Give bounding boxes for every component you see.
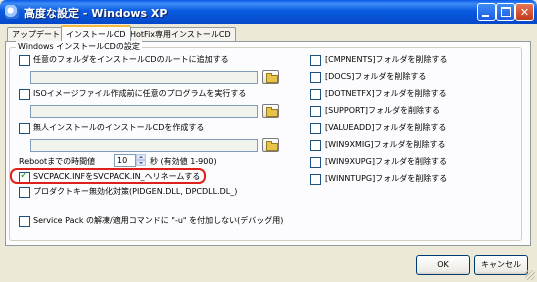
reboot-range-hint: 秒 (有効値 1-900) (150, 157, 217, 166)
product-key-label: プロダクトキー無効化対策(PIDGEN.DLL, DPCDLL.DL_) (33, 187, 238, 196)
spin-down-arrow-icon[interactable] (136, 160, 146, 166)
delete-dotnetfx-label: [DOTNETFX]フォルダを削除する (325, 89, 447, 98)
delete-win9xmig-label: [WIN9XMIG]フォルダを削除する (325, 140, 446, 149)
minimize-button[interactable] (477, 3, 496, 21)
delete-winntupg-checkbox[interactable] (310, 174, 321, 185)
unattended-cd-browse-button[interactable] (262, 138, 279, 152)
window-title: 高度な設定 - Windows XP (24, 7, 168, 20)
unattended-cd-label: 無人インストールのインストールCDを作成する (33, 123, 205, 132)
delete-support-label: [SUPPORT]フォルダを削除する (325, 106, 440, 115)
tab-hotfix-install-cd[interactable]: HotFix専用インストールCD (125, 27, 236, 42)
app-icon (5, 5, 19, 19)
add-folder-label: 任意のフォルダをインストールCDのルートに追加する (33, 55, 229, 64)
run-program-path-field[interactable] (30, 105, 258, 118)
add-folder-browse-button[interactable] (262, 70, 279, 84)
delete-docs-checkbox[interactable] (310, 72, 321, 83)
run-program-checkbox[interactable] (19, 89, 30, 100)
run-program-browse-button[interactable] (262, 104, 279, 118)
delete-win9xupg-label: [WIN9XUPG]フォルダを削除する (325, 157, 447, 166)
add-folder-checkbox[interactable] (19, 55, 30, 66)
reboot-spinner[interactable] (136, 154, 146, 167)
no-u-switch-checkbox[interactable] (19, 216, 30, 227)
ok-button[interactable]: OK (416, 255, 470, 275)
run-program-label: ISOイメージファイル作成前に任意のプログラムを実行する (33, 89, 247, 98)
title-bar[interactable]: 高度な設定 - Windows XP ✕ (0, 0, 537, 24)
close-button[interactable]: ✕ (515, 3, 534, 21)
delete-cmpnents-label: [CMPNENTS]フォルダを削除する (325, 55, 448, 64)
highlight-ring (10, 168, 206, 184)
delete-support-checkbox[interactable] (310, 106, 321, 117)
maximize-button[interactable] (496, 3, 515, 21)
no-u-switch-label: Service Pack の解凍/適用コマンドに "-u" を付加しない(デバッ… (33, 216, 284, 225)
group-title: Windows インストールCDの設定 (16, 41, 142, 52)
delete-win9xmig-checkbox[interactable] (310, 140, 321, 151)
delete-cmpnents-checkbox[interactable] (310, 55, 321, 66)
cancel-button[interactable]: キャンセル (474, 255, 528, 275)
product-key-checkbox[interactable] (19, 187, 30, 198)
advanced-settings-window: 高度な設定 - Windows XP ✕ アップデート インストールCD Hot… (0, 0, 537, 282)
resize-grip[interactable] (525, 270, 535, 280)
delete-docs-label: [DOCS]フォルダを削除する (325, 72, 427, 81)
tab-update[interactable]: アップデート (7, 27, 65, 42)
add-folder-path-field[interactable] (30, 71, 258, 84)
reboot-seconds-input[interactable]: 10 (114, 154, 136, 167)
unattended-cd-path-field[interactable] (30, 139, 258, 152)
delete-winntupg-label: [WINNTUPG]フォルダを削除する (325, 174, 448, 183)
delete-win9xupg-checkbox[interactable] (310, 157, 321, 168)
unattended-cd-checkbox[interactable] (19, 123, 30, 134)
delete-dotnetfx-checkbox[interactable] (310, 89, 321, 100)
reboot-label: Rebootまでの時間値 (19, 157, 96, 166)
delete-valueadd-label: [VALUEADD]フォルダを削除する (325, 123, 447, 132)
delete-valueadd-checkbox[interactable] (310, 123, 321, 134)
